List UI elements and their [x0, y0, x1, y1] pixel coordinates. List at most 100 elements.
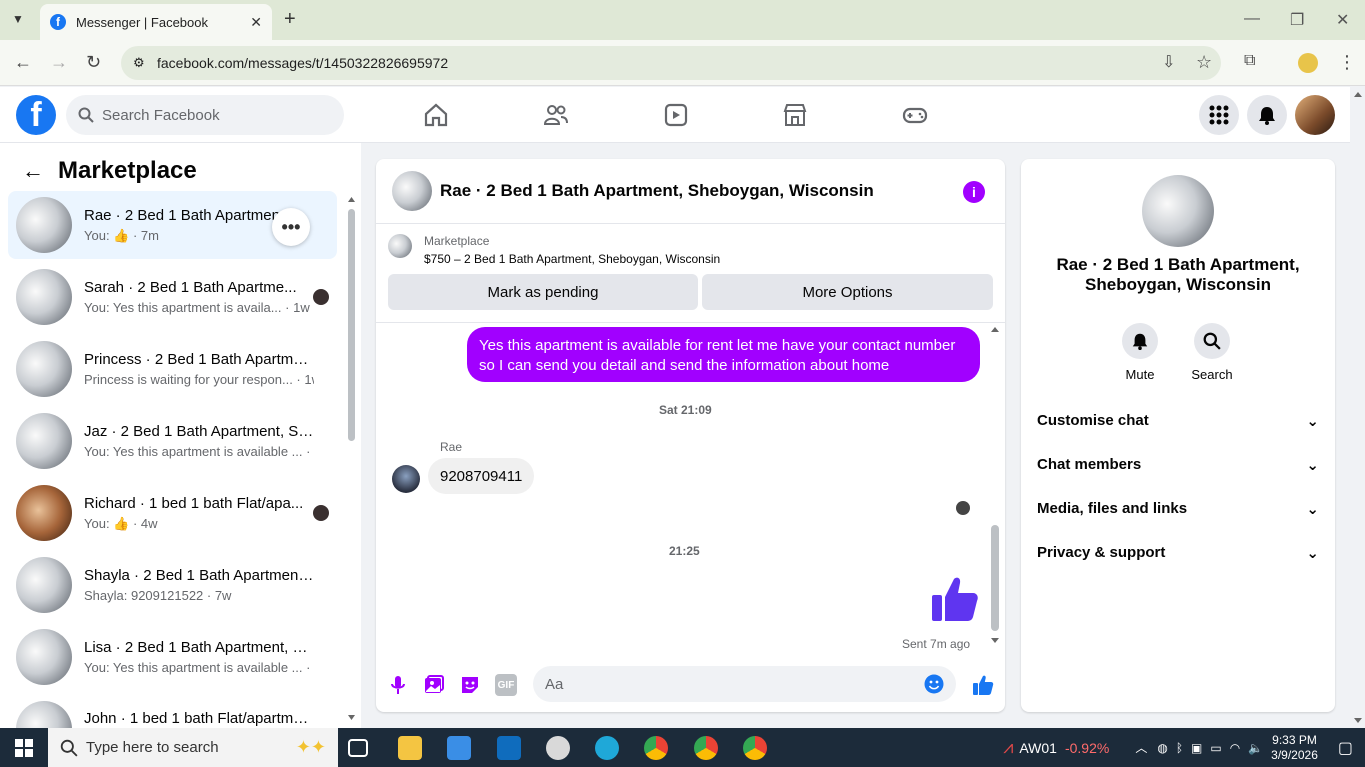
- install-app-icon[interactable]: ⇩: [1162, 52, 1175, 72]
- chrome-profile-2-icon[interactable]: [743, 736, 767, 760]
- mark-pending-button[interactable]: Mark as pending: [388, 274, 698, 310]
- like-send-icon[interactable]: [972, 674, 994, 696]
- address-bar[interactable]: ⚙ facebook.com/messages/t/14503228266959…: [121, 46, 1221, 80]
- conversation-item[interactable]: Lisa · 2 Bed 1 Bath Apartment, S... You: …: [8, 623, 337, 691]
- conversation-item[interactable]: Jaz · 2 Bed 1 Bath Apartment, Sh... You: …: [8, 407, 337, 475]
- close-window-icon[interactable]: ✕: [1336, 10, 1349, 30]
- edge-icon[interactable]: [595, 736, 619, 760]
- clock[interactable]: 9:33 PM 3/9/2026: [1271, 733, 1318, 763]
- more-options-button[interactable]: More Options: [702, 274, 993, 310]
- chat-members-section[interactable]: Chat members ⌄: [1037, 456, 1319, 474]
- menu-grid-button[interactable]: [1199, 95, 1239, 135]
- grid-icon: [1209, 105, 1229, 125]
- marketplace-icon[interactable]: [781, 101, 809, 129]
- emoji-icon[interactable]: [924, 674, 944, 694]
- listing-summary[interactable]: Marketplace $750 – 2 Bed 1 Bath Apartmen…: [388, 234, 720, 266]
- taskbar-search-input[interactable]: Type here to search ✦✦: [48, 728, 338, 767]
- back-icon[interactable]: ←: [14, 52, 32, 73]
- browser-menu-icon[interactable]: ⋮: [1338, 52, 1356, 73]
- minimize-icon[interactable]: —: [1244, 10, 1260, 28]
- conversation-thumbnail: [16, 557, 72, 613]
- gaming-icon[interactable]: [901, 101, 929, 129]
- conversation-item[interactable]: Sarah · 2 Bed 1 Bath Apartme... You: Yes …: [8, 263, 337, 331]
- facebook-logo[interactable]: f: [16, 95, 56, 135]
- extensions-icon[interactable]: ⧉: [1244, 52, 1255, 70]
- reload-icon[interactable]: ↻: [86, 52, 101, 73]
- message-input-placeholder: Aa: [545, 675, 564, 693]
- chrome-icon[interactable]: [644, 736, 668, 760]
- account-avatar[interactable]: [1295, 95, 1335, 135]
- chat-scrollbar[interactable]: [990, 325, 1000, 645]
- site-info-icon[interactable]: ⚙: [133, 55, 145, 71]
- new-tab-button[interactable]: +: [284, 8, 296, 31]
- stock-name[interactable]: AW01: [1019, 740, 1057, 756]
- search-icon: [60, 739, 78, 757]
- notification-center-icon[interactable]: ▢: [1338, 738, 1353, 758]
- forward-icon[interactable]: →: [50, 52, 68, 73]
- details-avatar[interactable]: [1142, 175, 1214, 247]
- mute-button[interactable]: Mute: [1110, 323, 1170, 382]
- conversation-item[interactable]: Shayla · 2 Bed 1 Bath Apartment... Shayla…: [8, 551, 337, 619]
- windows-start-icon[interactable]: [15, 739, 33, 757]
- sidebar-scrollbar[interactable]: [347, 195, 356, 725]
- media-files-links-section[interactable]: Media, files and links ⌄: [1037, 500, 1319, 518]
- message-list: Yes this apartment is available for rent…: [376, 322, 1005, 652]
- sticker-icon[interactable]: [459, 674, 481, 696]
- section-label: Customise chat: [1037, 412, 1149, 429]
- bookmark-star-icon[interactable]: ☆: [1196, 52, 1212, 73]
- network-icon[interactable]: ◍: [1157, 741, 1167, 755]
- back-arrow-icon[interactable]: ←: [22, 158, 44, 184]
- conversation-more-button[interactable]: •••: [272, 208, 310, 246]
- restore-icon[interactable]: ❐: [1290, 10, 1304, 30]
- photo-icon[interactable]: [423, 674, 445, 696]
- privacy-support-section[interactable]: Privacy & support ⌄: [1037, 544, 1319, 562]
- wifi-icon[interactable]: ◠: [1230, 741, 1240, 755]
- store-icon[interactable]: [447, 736, 471, 760]
- chat-header: Rae · 2 Bed 1 Bath Apartment, Sheboygan,…: [376, 159, 1005, 224]
- show-hidden-icons[interactable]: ︿: [1135, 739, 1147, 756]
- customise-chat-section[interactable]: Customise chat ⌄: [1037, 412, 1319, 430]
- conversation-item[interactable]: Richard · 1 bed 1 bath Flat/apa... You: 👍…: [8, 479, 337, 547]
- sender-avatar[interactable]: [392, 465, 420, 493]
- facebook-search-input[interactable]: Search Facebook: [66, 95, 344, 135]
- bell-icon: [1132, 333, 1148, 350]
- chat-details-panel: Rae · 2 Bed 1 Bath Apartment, Sheboygan,…: [1021, 159, 1335, 712]
- gif-button[interactable]: GIF: [495, 674, 517, 696]
- conversation-thumbnail: [16, 413, 72, 469]
- conversation-snippet: You: Yes this apartment is available ...…: [84, 444, 314, 459]
- chat-title[interactable]: Rae · 2 Bed 1 Bath Apartment, Sheboygan,…: [440, 181, 874, 201]
- video-icon[interactable]: [662, 101, 690, 129]
- outlook-icon[interactable]: [497, 736, 521, 760]
- stock-change[interactable]: -0.92%: [1065, 740, 1109, 756]
- profile-icon[interactable]: [1298, 53, 1318, 73]
- task-view-icon[interactable]: [348, 739, 368, 757]
- listing-title: $750 – 2 Bed 1 Bath Apartment, Sheboygan…: [424, 252, 721, 266]
- search-in-chat-button[interactable]: Search: [1182, 323, 1242, 382]
- bluetooth-icon[interactable]: ᛒ: [1176, 741, 1183, 755]
- home-icon[interactable]: [422, 101, 450, 129]
- app-icon-active[interactable]: [546, 736, 570, 760]
- security-icon[interactable]: ▣: [1191, 741, 1202, 755]
- friends-icon[interactable]: [542, 101, 570, 129]
- browser-tab[interactable]: f Messenger | Facebook ✕: [40, 4, 272, 40]
- clock-time: 9:33 PM: [1272, 732, 1317, 747]
- microphone-icon[interactable]: [387, 674, 409, 696]
- conversation-item[interactable]: John · 1 bed 1 bath Flat/apartment: [8, 695, 337, 728]
- chrome-profile-icon[interactable]: [694, 736, 718, 760]
- info-icon[interactable]: i: [963, 181, 985, 203]
- chat-avatar[interactable]: [392, 171, 432, 211]
- tab-list-button[interactable]: ▼: [12, 12, 24, 26]
- volume-icon[interactable]: 🔈: [1248, 741, 1263, 755]
- battery-icon[interactable]: ▭: [1210, 741, 1221, 755]
- conversation-item[interactable]: Princess · 2 Bed 1 Bath Apartme... Prince…: [8, 335, 337, 403]
- tab-title: Messenger | Facebook: [76, 14, 208, 30]
- section-label: Privacy & support: [1037, 544, 1166, 561]
- file-explorer-icon[interactable]: [398, 736, 422, 760]
- message-input[interactable]: Aa: [533, 666, 956, 702]
- close-tab-icon[interactable]: ✕: [250, 14, 262, 31]
- notifications-button[interactable]: [1247, 95, 1287, 135]
- windows-taskbar: Type here to search ✦✦ ⩘ AW01 -0.92% ︿ ◍…: [0, 728, 1365, 767]
- conversation-title: Sarah · 2 Bed 1 Bath Apartme...: [84, 279, 297, 296]
- search-label: Search: [1191, 367, 1233, 382]
- page-scrollbar[interactable]: [1351, 87, 1365, 728]
